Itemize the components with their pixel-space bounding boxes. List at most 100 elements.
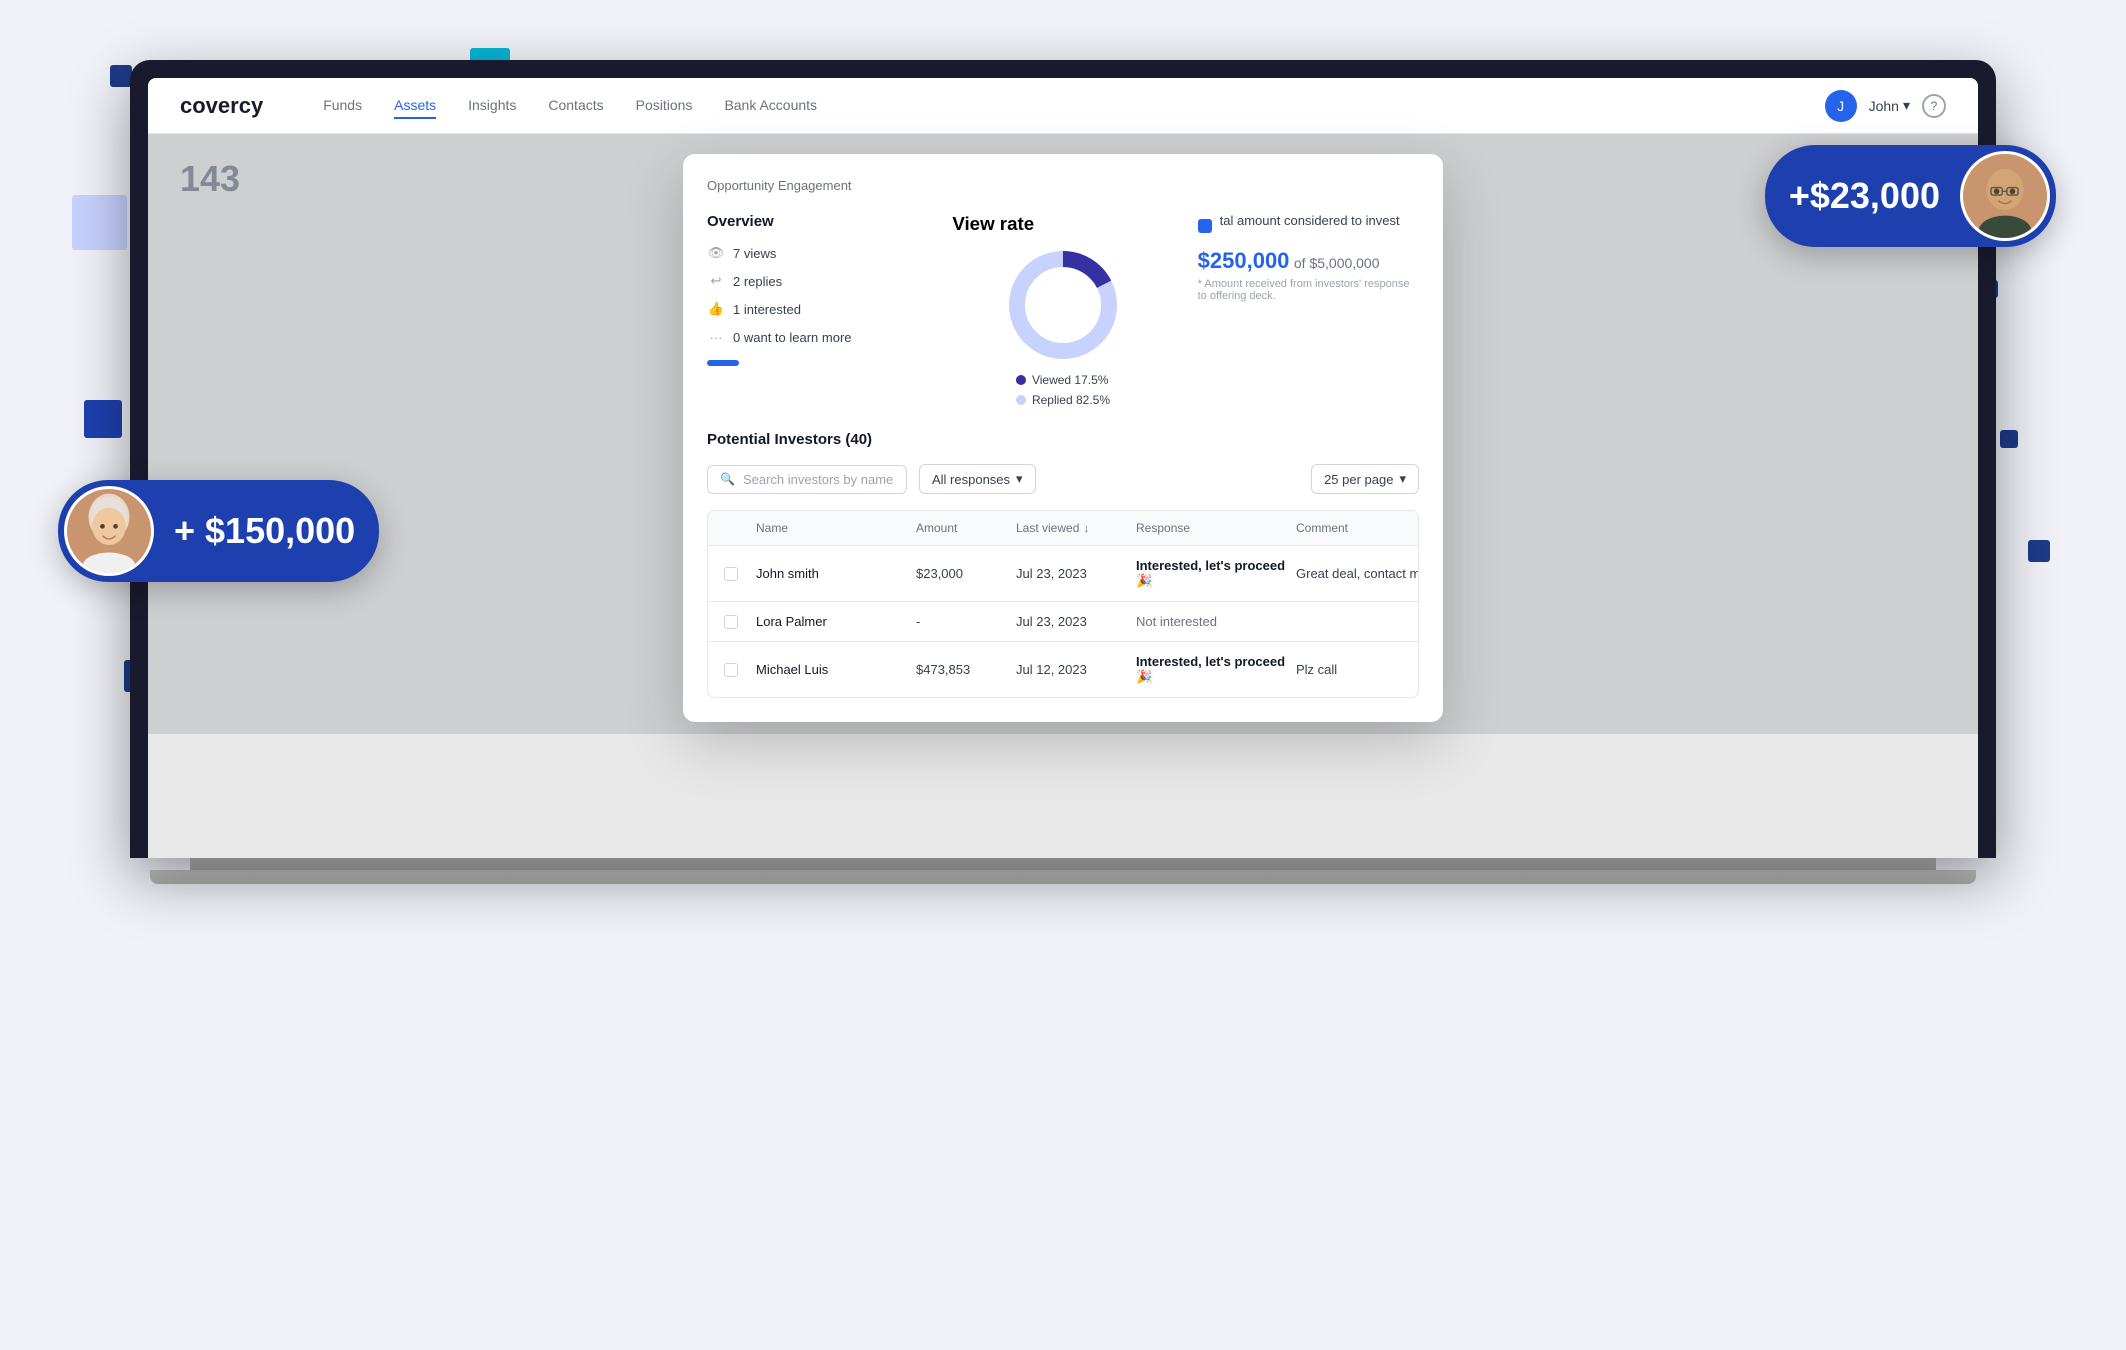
nav-item-insights[interactable]: Insights [468, 93, 516, 119]
row-last-viewed-3: Jul 12, 2023 [1016, 662, 1136, 677]
nav-help-button[interactable]: ? [1922, 94, 1946, 118]
chevron-down-icon-perpage: ▾ [1399, 471, 1406, 487]
sort-icon: ↓ [1083, 521, 1089, 535]
stat-replies-label: 2 replies [733, 274, 782, 289]
legend-replied-label: Replied 82.5% [1032, 393, 1110, 407]
stat-replies: ↩ 2 replies [707, 272, 928, 290]
badge-bottom-left-amount: + $150,000 [154, 500, 355, 562]
table-row: Michael Luis $473,853 Jul 12, 2023 Inter… [708, 642, 1418, 697]
avatar-bottom-left [64, 486, 154, 576]
modal-title: Opportunity Engagement [707, 178, 1419, 193]
row-name-2: Lora Palmer [756, 614, 916, 629]
deco-square-3 [72, 195, 127, 250]
row-checkbox-3[interactable] [724, 663, 756, 677]
row-checkbox-1[interactable] [724, 567, 756, 581]
modal-overlay: Opportunity Engagement Overview 👁 7 view… [148, 134, 1978, 734]
legend-viewed-label: Viewed 17.5% [1032, 373, 1109, 387]
donut-chart [1003, 245, 1123, 365]
th-response: Response [1136, 521, 1296, 535]
all-responses-filter[interactable]: All responses ▾ [919, 464, 1036, 494]
th-checkbox [724, 521, 756, 535]
row-name-1: John smith [756, 566, 916, 581]
donut-legend: Viewed 17.5% Replied 82.5% [1016, 373, 1110, 407]
investors-heading: Potential Investors (40) [707, 431, 1419, 448]
laptop-bottom [150, 870, 1976, 884]
stat-highlight-bar [707, 360, 739, 366]
th-comment: Comment [1296, 521, 1419, 535]
total-amount-section: tal amount considered to invest $250,000… [1198, 213, 1419, 407]
row-response-3: Interested, let's proceed 🎉 [1136, 654, 1296, 685]
row-last-viewed-2: Jul 23, 2023 [1016, 614, 1136, 629]
deco-square-4 [84, 400, 122, 438]
legend-replied: Replied 82.5% [1016, 393, 1110, 407]
more-icon: ··· [707, 328, 725, 346]
search-icon: 🔍 [720, 472, 735, 486]
amount-icon [1198, 219, 1212, 233]
amount-of: of $5,000,000 [1294, 255, 1380, 271]
stat-views-label: 7 views [733, 246, 776, 261]
total-amount-heading: tal amount considered to invest [1220, 213, 1400, 228]
th-last-viewed[interactable]: Last viewed ↓ [1016, 521, 1136, 535]
deco-square-8 [2028, 540, 2050, 562]
row-response-2: Not interested [1136, 614, 1296, 629]
avatar-illustration [1963, 151, 2047, 241]
badge-top-right-amount: +$23,000 [1789, 165, 1960, 227]
overview-heading: Overview [707, 213, 928, 230]
per-page-selector[interactable]: 25 per page ▾ [1311, 464, 1419, 494]
laptop-hinge [190, 858, 1936, 870]
row-checkbox-2[interactable] [724, 615, 756, 629]
nav-item-positions[interactable]: Positions [636, 93, 693, 119]
legend-dot-viewed [1016, 375, 1026, 385]
investor-search-box[interactable]: 🔍 Search investors by name [707, 465, 907, 494]
row-amount-2: - [916, 614, 1016, 629]
nav-items-list: Funds Assets Insights Contacts Positions… [323, 93, 1784, 119]
app-logo: covercy [180, 93, 263, 119]
legend-dot-replied [1016, 395, 1026, 405]
row-amount-3: $473,853 [916, 662, 1016, 677]
row-last-viewed-1: Jul 23, 2023 [1016, 566, 1136, 581]
avatar-illustration-2 [67, 486, 151, 576]
nav-item-assets[interactable]: Assets [394, 93, 436, 119]
row-comment-3: Plz call [1296, 662, 1419, 677]
avatar-top-right [1960, 151, 2050, 241]
row-amount-1: $23,000 [916, 566, 1016, 581]
laptop-frame: covercy Funds Assets Insights Contacts P… [130, 60, 1996, 1270]
table-row: John smith $23,000 Jul 23, 2023 Interest… [708, 546, 1418, 602]
view-rate-section: View rate [952, 213, 1173, 407]
eye-icon: 👁 [707, 244, 725, 262]
table-controls: 🔍 Search investors by name All responses… [707, 464, 1419, 494]
badge-bottom-left: + $150,000 [58, 480, 379, 582]
modal-top-grid: Overview 👁 7 views ↩ 2 replies [707, 213, 1419, 407]
stat-interested-label: 1 interested [733, 302, 801, 317]
table-row: Lora Palmer - Jul 23, 2023 Not intereste… [708, 602, 1418, 642]
nav-avatar: J [1825, 90, 1857, 122]
overview-stats: 👁 7 views ↩ 2 replies 👍 [707, 244, 928, 366]
nav-item-funds[interactable]: Funds [323, 93, 362, 119]
amount-highlight: $250,000 [1198, 248, 1290, 273]
app-navbar: covercy Funds Assets Insights Contacts P… [148, 78, 1978, 134]
stat-views: 👁 7 views [707, 244, 928, 262]
amount-note: * Amount received from investors' respon… [1198, 278, 1419, 302]
th-amount: Amount [916, 521, 1016, 535]
view-rate-heading: View rate [952, 213, 1034, 235]
investors-section: Potential Investors (40) 🔍 Search invest… [707, 431, 1419, 698]
th-name: Name [756, 521, 916, 535]
nav-item-contacts[interactable]: Contacts [548, 93, 603, 119]
nav-item-bank-accounts[interactable]: Bank Accounts [724, 93, 817, 119]
deco-square-7 [2000, 430, 2018, 448]
thumbs-up-icon: 👍 [707, 300, 725, 318]
nav-username[interactable]: John ▾ [1869, 97, 1910, 114]
legend-viewed: Viewed 17.5% [1016, 373, 1110, 387]
stat-learn-more: ··· 0 want to learn more [707, 328, 928, 346]
stat-learn-label: 0 want to learn more [733, 330, 852, 345]
badge-top-right: +$23,000 [1765, 145, 2056, 247]
search-placeholder-text: Search investors by name [743, 472, 893, 487]
amount-value: $250,000 of $5,000,000 [1198, 248, 1419, 274]
page-background: 143 Opportunity Engagement Overview [148, 134, 1978, 734]
stat-interested: 👍 1 interested [707, 300, 928, 318]
row-name-3: Michael Luis [756, 662, 916, 677]
row-comment-1: Great deal, contact me [1296, 566, 1419, 581]
reply-icon: ↩ [707, 272, 725, 290]
app-screen: covercy Funds Assets Insights Contacts P… [148, 78, 1978, 858]
chevron-down-icon: ▾ [1016, 471, 1023, 487]
